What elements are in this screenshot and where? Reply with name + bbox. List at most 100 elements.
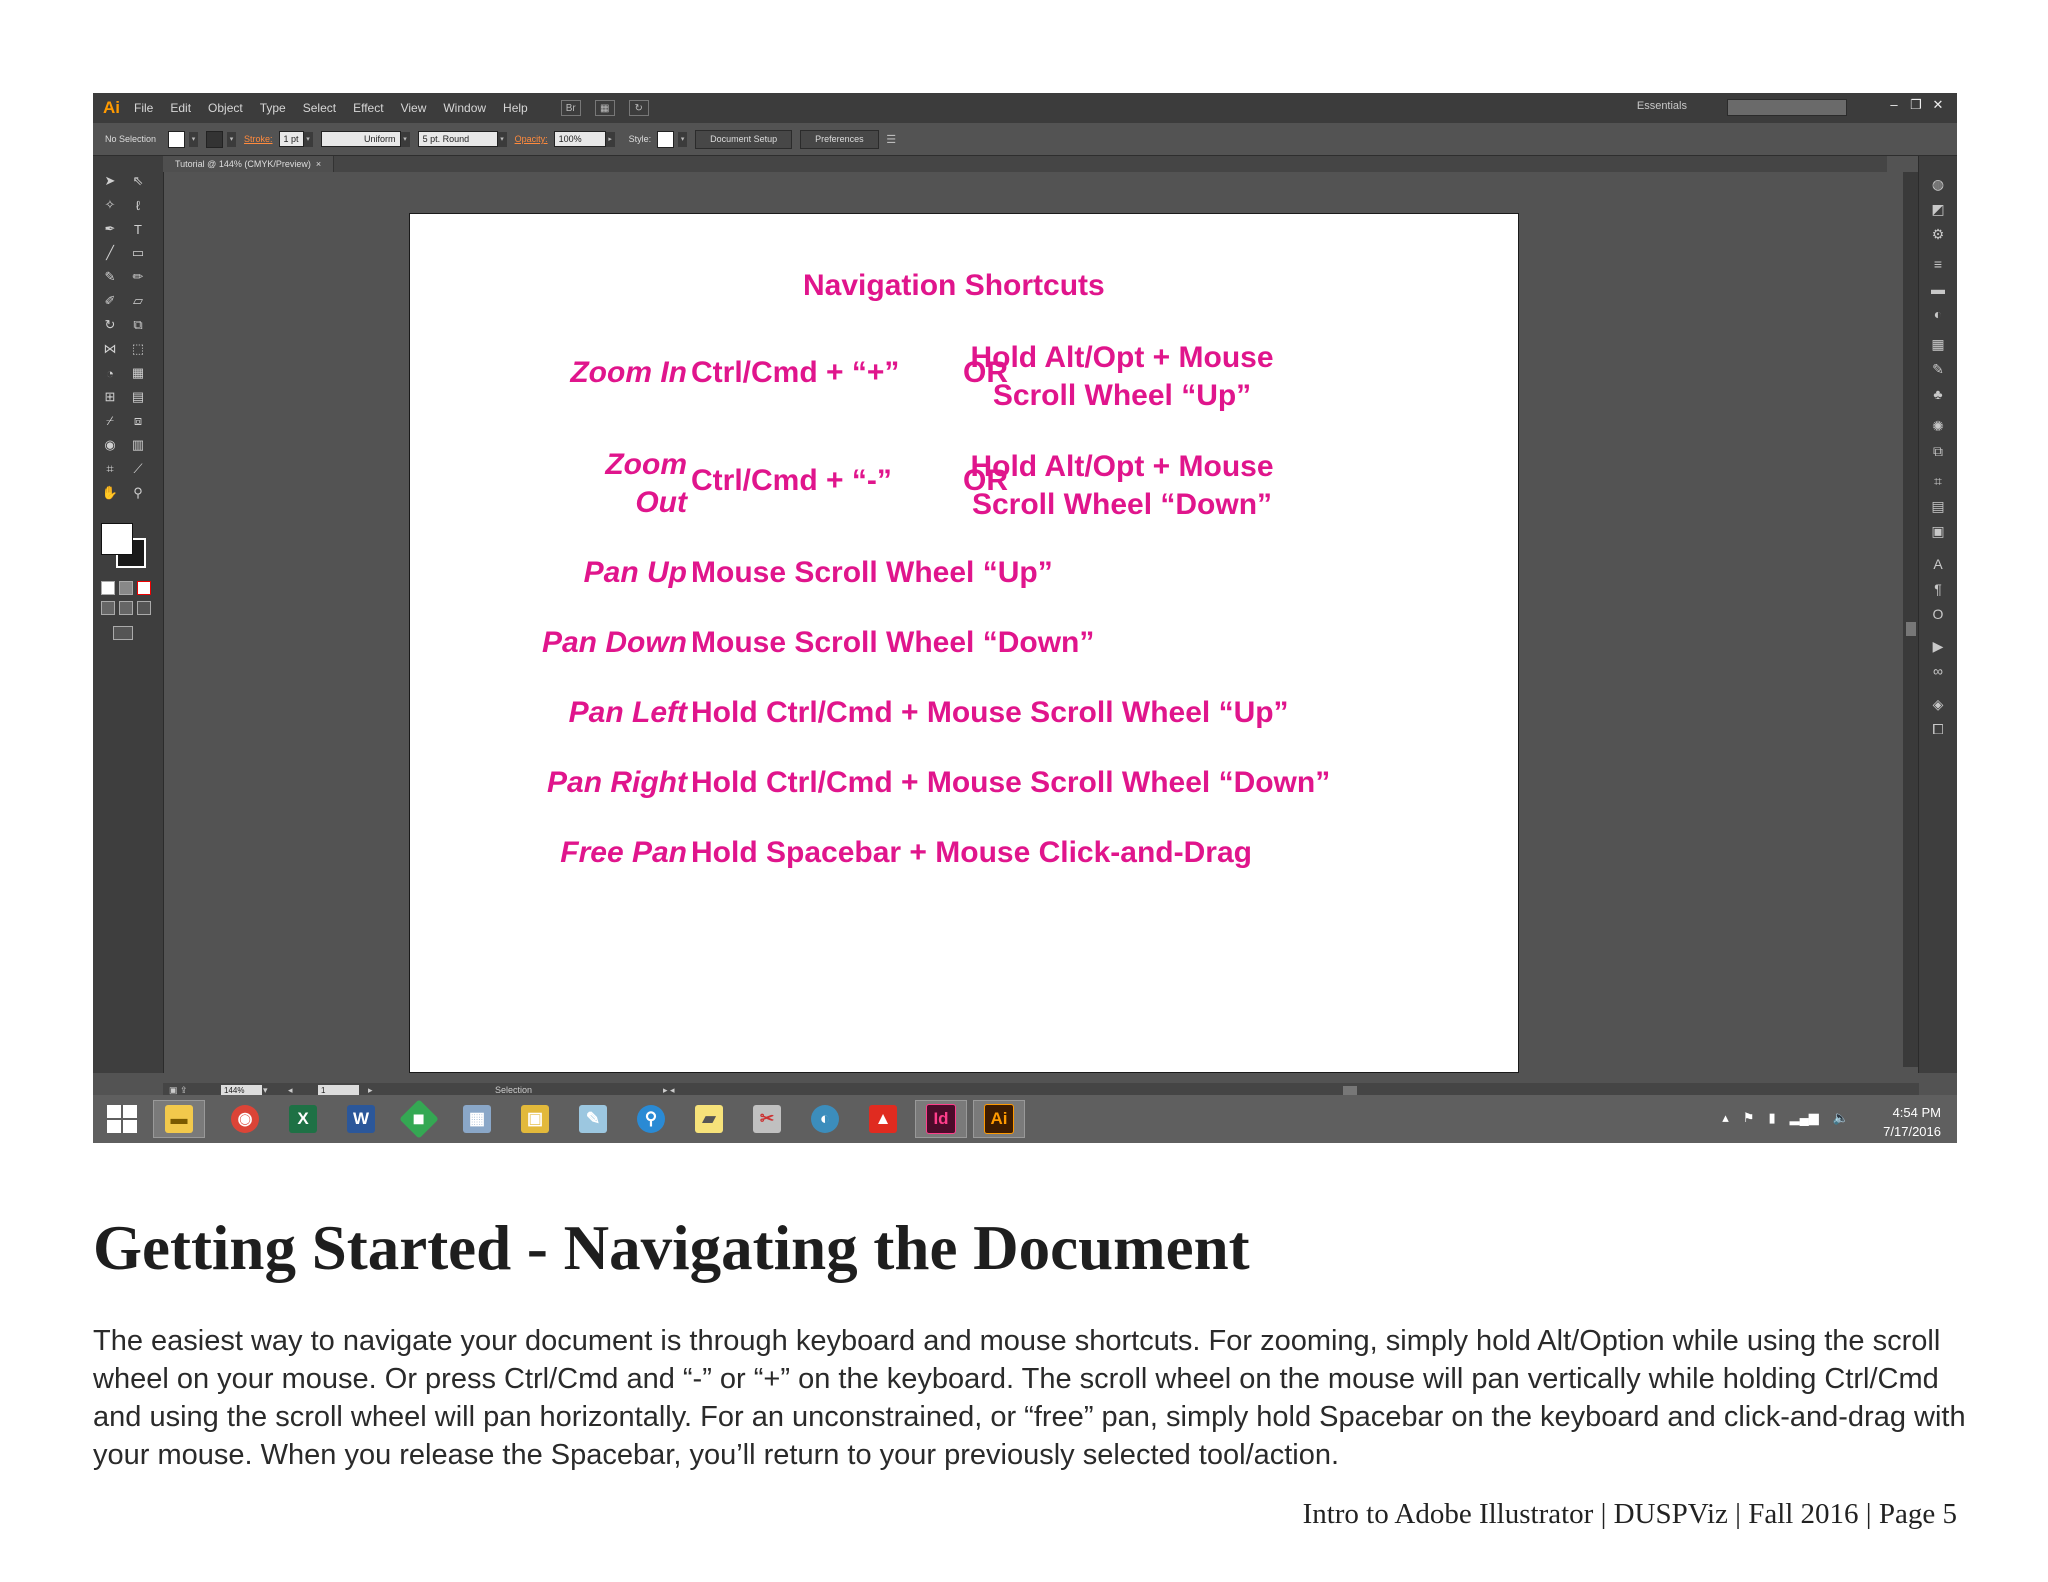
pencil-tool-icon[interactable]: ✏ [129, 268, 147, 286]
perspective-grid-tool-icon[interactable]: ▦ [129, 364, 147, 382]
acrobat-icon[interactable]: ▲ [857, 1100, 909, 1138]
transparency-icon[interactable]: ◐ [1929, 306, 1947, 322]
stroke-dropdown-icon[interactable]: ▾ [227, 131, 237, 147]
hand-tool-icon[interactable]: ✋ [101, 484, 119, 502]
windows-start-icon[interactable] [107, 1105, 137, 1133]
graphic-style-swatch[interactable] [657, 130, 675, 148]
swatches-icon[interactable]: ▦ [1929, 336, 1947, 352]
shape-builder-tool-icon[interactable]: ◔ [101, 364, 119, 382]
paragraph-icon[interactable]: ¶ [1929, 581, 1947, 597]
rotate-tool-icon[interactable]: ↻ [101, 316, 119, 334]
magic-wand-tool-icon[interactable]: ✧ [101, 196, 119, 214]
chrome-icon[interactable]: ◉ [219, 1100, 271, 1138]
stroke-panel-icon[interactable]: ≡ [1929, 256, 1947, 272]
menu-help[interactable]: Help [503, 101, 528, 115]
restore-icon[interactable]: ❐ [1905, 96, 1927, 114]
symbols-icon[interactable]: ♣ [1929, 386, 1947, 402]
flag-icon[interactable]: ⚑ [1743, 1110, 1755, 1126]
battery-icon[interactable]: ▮ [1768, 1110, 1775, 1126]
network-icon[interactable]: ◐ [799, 1100, 851, 1138]
vertical-scrollbar[interactable] [1903, 172, 1919, 1067]
menu-object[interactable]: Object [208, 101, 243, 115]
transform-icon[interactable]: ⧉ [1929, 443, 1947, 459]
fill-color-box[interactable] [101, 523, 133, 555]
slice-tool-icon[interactable]: ⟋ [129, 460, 147, 478]
menu-window[interactable]: Window [443, 101, 486, 115]
signal-icon[interactable]: ▂▄▆ [1790, 1110, 1819, 1126]
artboard-tool-icon[interactable]: ⌗ [101, 460, 119, 478]
preferences-button[interactable]: Preferences [800, 129, 879, 149]
draw-behind-icon[interactable] [119, 601, 133, 615]
menu-type[interactable]: Type [260, 101, 286, 115]
paintbrush-tool-icon[interactable]: ✎ [101, 268, 119, 286]
mesh-tool-icon[interactable]: ⊞ [101, 388, 119, 406]
arrange-documents-icon[interactable]: ▦ [594, 100, 615, 116]
indesign-icon[interactable]: Id [915, 1100, 967, 1138]
artboard[interactable]: Navigation Shortcuts Zoom In Ctrl/Cmd + … [409, 213, 1519, 1073]
archive-icon[interactable]: ▣ [509, 1100, 561, 1138]
blend-tool-icon[interactable]: ⧈ [129, 412, 147, 430]
links-icon[interactable]: ∞ [1929, 663, 1947, 679]
color-mode-icon[interactable] [101, 581, 115, 595]
graphic-styles-icon[interactable]: ✺ [1929, 418, 1947, 434]
scale-tool-icon[interactable]: ⧉ [129, 316, 147, 334]
layers-icon[interactable]: ◈ [1929, 696, 1947, 712]
minimize-icon[interactable]: – [1883, 96, 1905, 114]
screen-mode-icon[interactable] [113, 626, 133, 640]
workspace-switcher[interactable]: Essentials [1637, 100, 1687, 112]
menu-edit[interactable]: Edit [170, 101, 191, 115]
bridge-icon[interactable]: Br [560, 100, 581, 116]
free-transform-tool-icon[interactable]: ⬚ [129, 340, 147, 358]
opacity-field[interactable]: 100% [553, 131, 606, 147]
draw-normal-icon[interactable] [101, 601, 115, 615]
tray-expand-icon[interactable]: ▴ [1722, 1110, 1729, 1126]
eraser-tool-icon[interactable]: ▱ [129, 292, 147, 310]
pathfinder-icon[interactable]: ▤ [1929, 498, 1947, 514]
brushes-icon[interactable]: ✎ [1929, 361, 1947, 377]
stroke-swatch[interactable] [206, 130, 224, 148]
panel-menu-icon[interactable]: ☰ [886, 132, 896, 147]
actions-icon[interactable]: ▶ [1929, 638, 1947, 654]
opacity-arrow-icon[interactable]: ▸ [605, 131, 615, 147]
align-icon[interactable]: ⌗ [1929, 473, 1947, 489]
notes-icon[interactable]: ✎ [567, 1100, 619, 1138]
fill-swatch[interactable] [168, 130, 186, 148]
opacity-panel-link[interactable]: Opacity: [515, 134, 548, 144]
document-tab[interactable]: Tutorial @ 144% (CMYK/Preview) × [163, 156, 335, 172]
type-tool-icon[interactable]: T [129, 220, 147, 238]
close-icon[interactable]: ✕ [1927, 96, 1949, 114]
gradient-tool-icon[interactable]: ▤ [129, 388, 147, 406]
lasso-tool-icon[interactable]: ℓ [129, 196, 147, 214]
file-explorer-icon[interactable]: ▬ [153, 1100, 205, 1138]
none-mode-icon[interactable] [137, 581, 151, 595]
excel-icon[interactable]: X [277, 1100, 329, 1138]
stroke-panel-link[interactable]: Stroke: [244, 134, 273, 144]
volume-icon[interactable]: 🔈 [1833, 1110, 1849, 1126]
maps-icon[interactable]: ◆ [393, 1099, 445, 1139]
character-icon[interactable]: A [1929, 556, 1947, 572]
vertical-scroll-thumb[interactable] [1906, 622, 1916, 636]
color-guide-icon[interactable]: ◍ [1929, 176, 1947, 192]
variable-width-profile[interactable]: Uniform [320, 131, 401, 147]
menu-effect[interactable]: Effect [353, 101, 383, 115]
selection-tool-icon[interactable]: ➤ [101, 172, 119, 190]
search-app-icon[interactable]: ⚲ [625, 1100, 677, 1138]
stroke-weight-field[interactable]: 1 pt [278, 131, 304, 147]
system-clock[interactable]: 4:54 PM 7/17/2016 [1883, 1103, 1941, 1141]
menu-file[interactable]: File [134, 101, 153, 115]
stroke-weight-dropdown-icon[interactable]: ▾ [303, 131, 313, 147]
gradient-mode-icon[interactable] [119, 581, 133, 595]
artboards-icon[interactable]: ▣ [1929, 523, 1947, 539]
opentype-icon[interactable]: O [1929, 606, 1947, 622]
width-tool-icon[interactable]: ⋈ [101, 340, 119, 358]
column-graph-tool-icon[interactable]: ▥ [129, 436, 147, 454]
document-setup-button[interactable]: Document Setup [695, 129, 793, 149]
brush-definition[interactable]: 5 pt. Round [417, 131, 498, 147]
menu-select[interactable]: Select [303, 101, 336, 115]
sync-settings-icon[interactable]: ↻ [628, 100, 649, 116]
pen-tool-icon[interactable]: ✒ [101, 220, 119, 238]
eyedropper-tool-icon[interactable]: ⌿ [101, 412, 119, 430]
gradient-panel-icon[interactable]: ▬ [1929, 281, 1947, 297]
fill-stroke-control[interactable] [101, 523, 149, 571]
zoom-tool-icon[interactable]: ⚲ [129, 484, 147, 502]
